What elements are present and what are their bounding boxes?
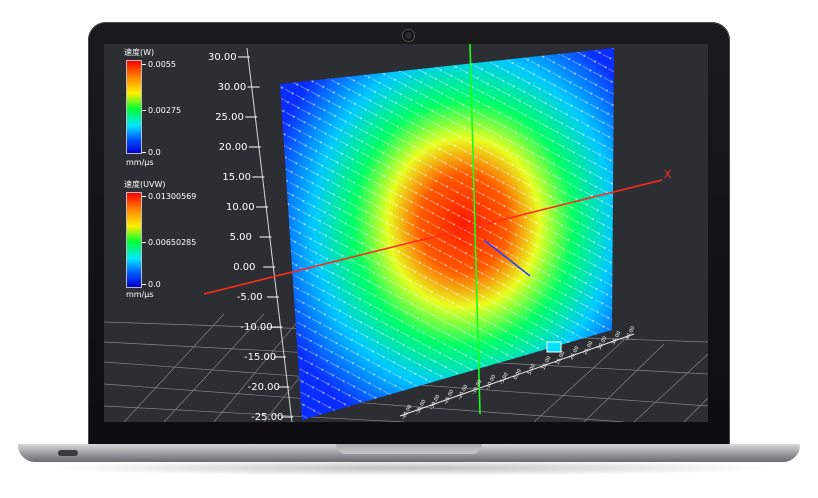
webcam-icon <box>403 30 414 41</box>
visualization-viewport[interactable]: X 30.00 30.00 25.00 20.00 15.00 10.00 5.00 0.00… <box>104 44 708 422</box>
legend-uvw-tick-min <box>142 284 146 285</box>
y-tick-label: -10.00 <box>240 322 272 333</box>
y-tick-label: -25.00 <box>251 412 283 422</box>
y-tick-label: 30.00 <box>218 82 247 93</box>
y-tick-label: -20.00 <box>248 382 280 393</box>
legend-uvw-min: 0.0 <box>148 280 161 289</box>
y-tick-label: 0.00 <box>233 262 255 273</box>
legend-uvw-tick-max <box>142 196 146 197</box>
legend-uvw-title: 速度(UVW) <box>124 180 166 189</box>
legend-w-tick-mid <box>142 110 146 111</box>
y-tick-label: 5.00 <box>230 232 252 243</box>
y-tick-label: 30.00 <box>208 52 237 63</box>
legend-uvw-tick-mid <box>142 242 146 243</box>
legend-w-title: 速度(W) <box>124 48 155 57</box>
y-tick-labels: 30.00 30.00 25.00 20.00 15.00 10.00 5.00 0.00 -5… <box>208 52 294 422</box>
y-tick-label: 10.00 <box>226 202 255 213</box>
legend-w-tick-min <box>142 152 146 153</box>
y-tick-label: -5.00 <box>237 292 263 303</box>
legend-w-colorbar <box>126 60 142 154</box>
laptop-indicator-light <box>58 450 78 456</box>
legend-w-max: 0.0055 <box>148 60 176 69</box>
y-tick-label: -15.00 <box>244 352 276 363</box>
z-tick-label: 0.00 <box>512 368 523 381</box>
x-axis-label: X <box>664 168 672 181</box>
legend-uvw-unit: mm/μs <box>126 290 154 299</box>
legend-uvw-max: 0.01300569 <box>148 192 197 201</box>
z-tick-label: 40.00 <box>624 325 636 340</box>
y-tick-label: 15.00 <box>222 172 251 183</box>
legend-w-min: 0.0 <box>148 148 161 157</box>
laptop-opening-notch <box>336 444 482 454</box>
legend-uvw-colorbar <box>126 192 142 288</box>
y-tick-label: 20.00 <box>219 142 248 153</box>
z-tick-label: -5.00 <box>498 372 509 386</box>
y-tick-label: 25.00 <box>215 112 244 123</box>
legend-w-tick-max <box>142 64 146 65</box>
origin-marker <box>546 341 562 353</box>
legend-w-mid: 0.00275 <box>148 106 182 115</box>
laptop-frame: X 30.00 30.00 25.00 20.00 15.00 10.00 5.00 0.00… <box>0 0 818 498</box>
laptop-shadow <box>40 460 778 476</box>
legend-w-unit: mm/μs <box>126 158 154 167</box>
3d-scene[interactable]: X 30.0030.0025.0020.0015.0010.005.000.00… <box>104 44 708 422</box>
legend-uvw-mid: 0.00650285 <box>148 238 197 247</box>
